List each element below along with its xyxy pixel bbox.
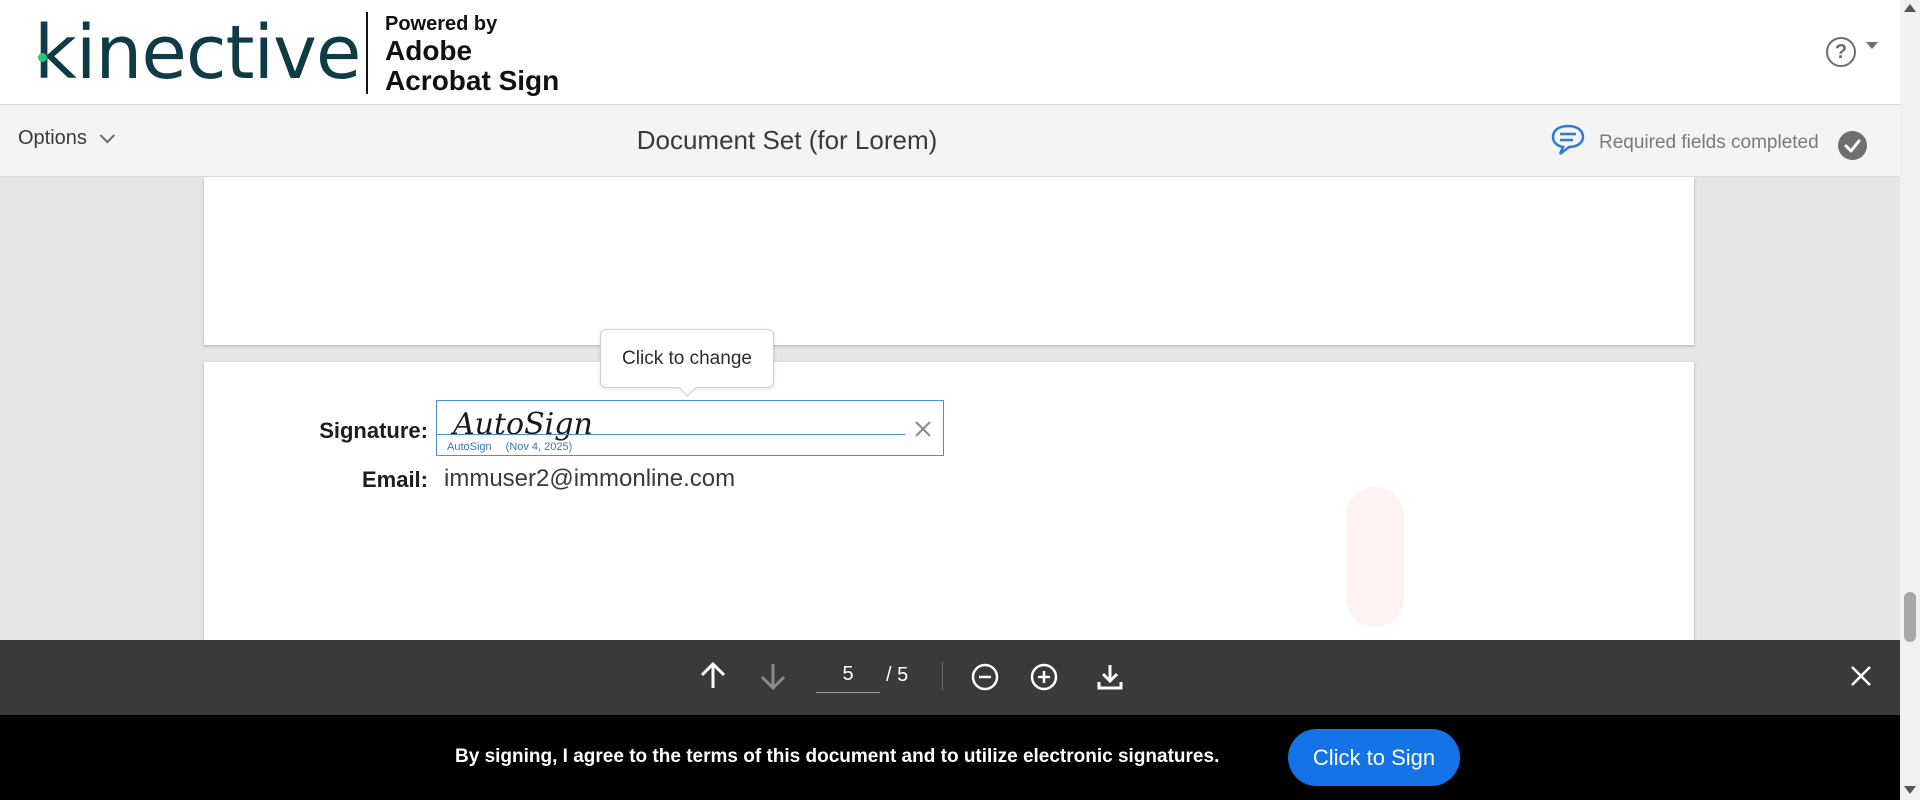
close-icon[interactable] <box>1849 664 1873 693</box>
top-header: kinective Powered by Adobe Acrobat Sign … <box>0 0 1900 105</box>
zoom-in-icon[interactable] <box>1029 662 1059 697</box>
arrow-down-icon[interactable] <box>757 660 789 697</box>
toolbar-divider <box>942 662 943 690</box>
signature-signer: AutoSign <box>447 441 492 453</box>
powered-by-text: Powered by <box>385 13 498 35</box>
click-to-sign-button[interactable]: Click to Sign <box>1288 729 1460 786</box>
consent-text: By signing, I agree to the terms of this… <box>455 746 1220 767</box>
document-viewer[interactable]: Signature: AutoSign AutoSign (Nov 4, 2025… <box>0 177 1900 640</box>
download-icon[interactable] <box>1096 662 1124 697</box>
logo-dot <box>38 53 47 62</box>
document-title: Document Set (for Lorem) <box>636 125 938 155</box>
kinective-logo: kinective <box>34 10 361 96</box>
help-circle-icon[interactable]: ? <box>1826 37 1856 67</box>
powered-by-logo: Powered by Adobe Acrobat Sign <box>385 12 575 96</box>
vertical-scrollbar[interactable] <box>1900 0 1920 800</box>
signature-field[interactable]: AutoSign AutoSign (Nov 4, 2025) <box>436 400 944 456</box>
page-total: / 5 <box>886 664 909 686</box>
logo-divider <box>366 12 368 94</box>
page-number-input[interactable] <box>816 656 880 693</box>
scroll-down-arrow-icon[interactable] <box>1904 786 1916 794</box>
signature-label: Signature: <box>319 418 428 443</box>
signature-line <box>437 434 905 435</box>
caret-down-icon[interactable] <box>1866 42 1878 49</box>
check-circle-icon <box>1838 131 1867 160</box>
signature-image: AutoSign <box>453 407 593 442</box>
scrollbar-thumb[interactable] <box>1904 592 1916 642</box>
acrobat-sign-text: Acrobat Sign <box>385 65 560 96</box>
clear-signature-icon[interactable] <box>915 421 931 442</box>
sign-bar: By signing, I agree to the terms of this… <box>0 715 1900 800</box>
arrow-up-icon[interactable] <box>697 660 729 697</box>
signature-date: (Nov 4, 2025) <box>505 441 573 453</box>
document-header: Options Document Set (for Lorem) Require… <box>0 105 1900 177</box>
email-value: immuser2@immonline.com <box>444 465 736 492</box>
email-label: Email: <box>361 467 428 492</box>
zoom-out-icon[interactable] <box>970 662 1000 697</box>
faint-overlay-handle <box>1346 487 1404 627</box>
required-fields-status: Required fields completed <box>1599 132 1819 153</box>
signature-meta: AutoSign (Nov 4, 2025) <box>447 441 586 453</box>
adobe-text: Adobe <box>385 35 473 66</box>
document-page-4 <box>204 177 1694 345</box>
speech-bubble-icon[interactable] <box>1550 123 1586 162</box>
document-page-5: Signature: AutoSign AutoSign (Nov 4, 2025… <box>204 329 1694 640</box>
page-toolbar: / 5 <box>0 640 1900 715</box>
scroll-up-arrow-icon[interactable] <box>1904 4 1916 12</box>
